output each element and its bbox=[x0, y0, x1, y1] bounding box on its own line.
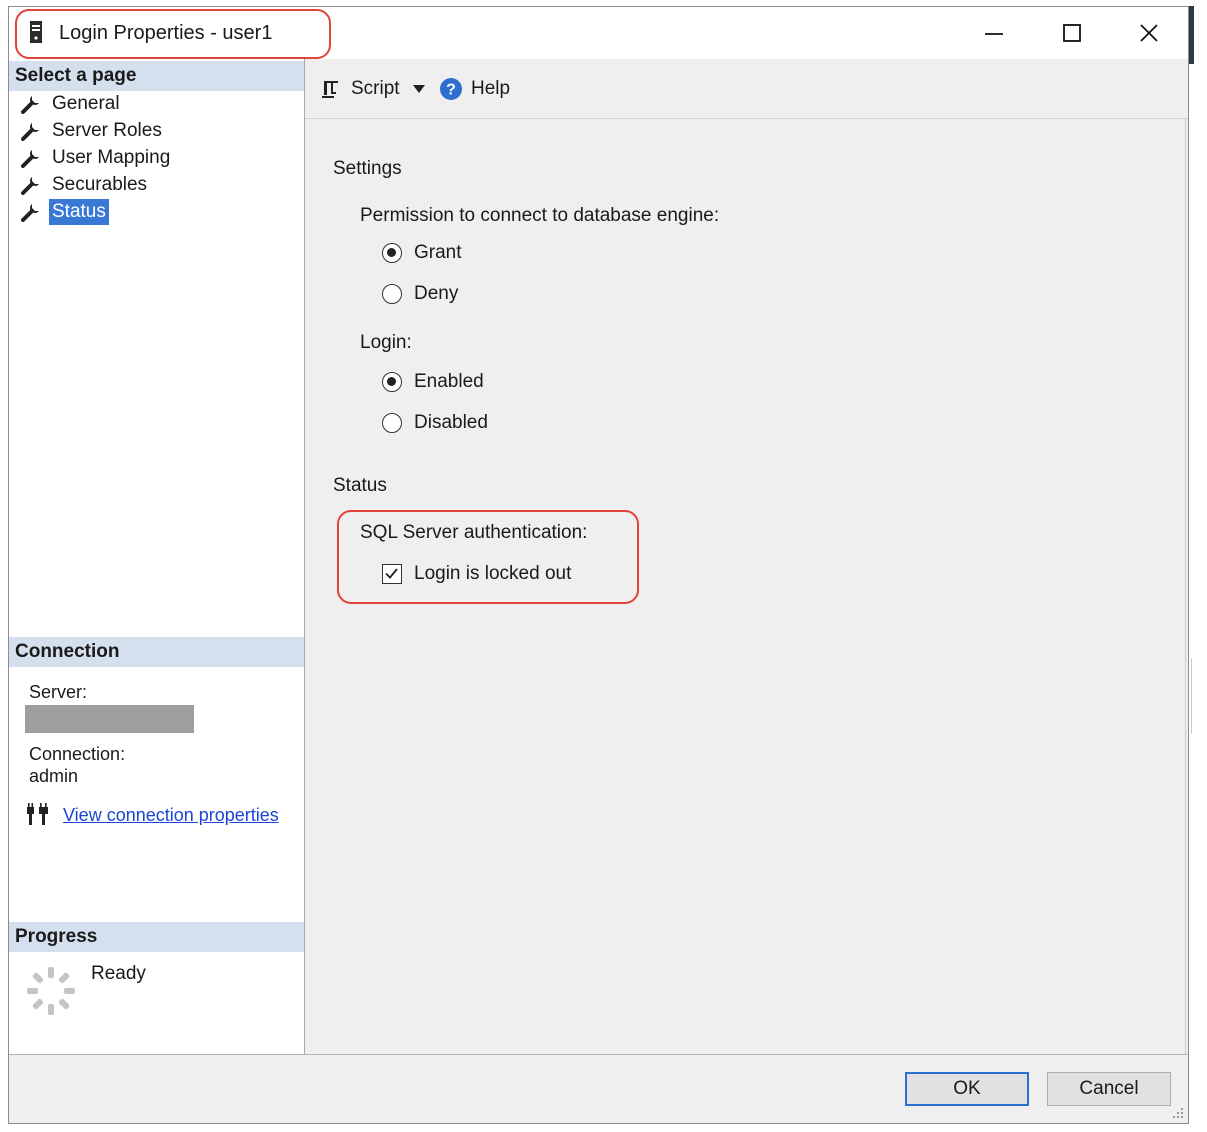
connection-header: Connection bbox=[9, 637, 304, 667]
toolbar: Script ? Help bbox=[305, 59, 1188, 119]
sidebar-item-label: Securables bbox=[52, 174, 148, 195]
maximize-button[interactable] bbox=[1042, 15, 1102, 51]
grant-radio[interactable] bbox=[382, 243, 402, 263]
progress-spinner-icon bbox=[27, 967, 75, 1015]
right-pane: Script ? Help Settings Permission to con… bbox=[305, 59, 1188, 1054]
help-label: Help bbox=[471, 78, 511, 99]
status-heading: Status bbox=[333, 475, 387, 496]
progress-header: Progress bbox=[9, 922, 304, 952]
disabled-label[interactable]: Disabled bbox=[414, 411, 488, 435]
svg-text:?: ? bbox=[446, 82, 456, 99]
sidebar-item-label: Status bbox=[49, 199, 109, 225]
title-annotation-highlight bbox=[15, 9, 331, 59]
login-label: Login: bbox=[360, 332, 412, 353]
close-button[interactable] bbox=[1119, 15, 1179, 51]
help-icon: ? bbox=[440, 78, 462, 100]
deny-radio[interactable] bbox=[382, 284, 402, 304]
server-label: Server: bbox=[29, 682, 88, 702]
wrench-icon bbox=[21, 96, 39, 114]
ok-button[interactable]: OK bbox=[905, 1072, 1029, 1106]
auth-annotation-highlight bbox=[337, 510, 639, 604]
deny-label[interactable]: Deny bbox=[414, 282, 458, 306]
disabled-radio[interactable] bbox=[382, 413, 402, 433]
progress-status: Ready bbox=[91, 963, 146, 984]
status-page-content: Settings Permission to connect to databa… bbox=[305, 119, 1186, 1054]
background-window-edge bbox=[1189, 6, 1194, 64]
background-divider bbox=[1191, 658, 1192, 734]
maximize-icon bbox=[1063, 24, 1081, 42]
settings-heading: Settings bbox=[333, 158, 402, 179]
server-value-redacted bbox=[25, 705, 194, 733]
permission-label: Permission to connect to database engine… bbox=[360, 205, 720, 226]
view-connection-properties-link[interactable]: View connection properties bbox=[63, 803, 279, 827]
title-bar: Login Properties - user1 bbox=[9, 7, 1188, 59]
login-properties-dialog: Login Properties - user1 Select a page G… bbox=[8, 6, 1189, 1124]
enabled-label[interactable]: Enabled bbox=[414, 370, 484, 394]
wrench-icon bbox=[21, 177, 39, 195]
left-pane: Select a page General Server Roles User … bbox=[9, 59, 305, 1054]
grant-label[interactable]: Grant bbox=[414, 241, 462, 265]
script-dropdown-button[interactable] bbox=[409, 75, 429, 103]
enabled-radio[interactable] bbox=[382, 372, 402, 392]
script-icon bbox=[322, 81, 338, 98]
close-icon bbox=[1140, 24, 1158, 42]
cancel-button[interactable]: Cancel bbox=[1047, 1072, 1171, 1106]
connection-value: admin bbox=[29, 766, 79, 786]
sidebar-item-label: General bbox=[52, 93, 120, 114]
wrench-icon bbox=[21, 150, 39, 168]
dialog-footer: OK Cancel bbox=[9, 1054, 1188, 1123]
minimize-button[interactable] bbox=[964, 15, 1024, 51]
connection-plug-icon bbox=[27, 803, 48, 825]
chevron-down-icon bbox=[413, 85, 425, 93]
sidebar-item-label: Server Roles bbox=[52, 120, 162, 141]
select-page-header: Select a page bbox=[9, 61, 304, 91]
wrench-icon bbox=[21, 204, 39, 222]
resize-grip-icon[interactable] bbox=[1172, 1107, 1184, 1119]
script-label: Script bbox=[351, 78, 400, 99]
wrench-icon bbox=[21, 123, 39, 141]
sidebar-item-label: User Mapping bbox=[52, 147, 171, 168]
connection-label: Connection: bbox=[29, 744, 126, 764]
minimize-icon bbox=[985, 33, 1003, 35]
